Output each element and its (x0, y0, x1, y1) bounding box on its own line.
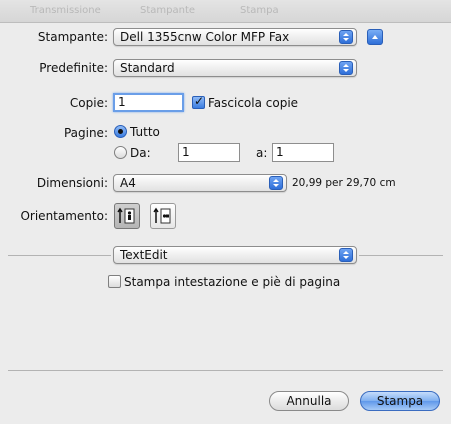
presets-value: Standard (120, 61, 175, 75)
pages-all-label: Tutto (130, 125, 160, 139)
portrait-icon (117, 207, 135, 224)
pages-label: Pagine: (63, 126, 108, 140)
pages-range-radio[interactable] (114, 146, 127, 159)
pages-from-label: Da: (130, 146, 151, 160)
paper-dimensions-text: 20,99 per 29,70 cm (292, 177, 396, 189)
popup-arrows-icon (339, 30, 353, 44)
printer-value: Dell 1355cnw Color MFP Fax (120, 30, 290, 44)
copies-label: Copie: (69, 96, 108, 110)
section-divider-left (8, 255, 111, 256)
orientation-label: Orientamento: (20, 209, 108, 223)
ghost-item: Stampa (240, 5, 279, 16)
pages-all-radio[interactable] (114, 125, 127, 138)
collate-checkbox[interactable] (192, 94, 205, 109)
paper-size-label: Dimensioni: (36, 176, 108, 190)
app-section-value: TextEdit (120, 248, 168, 262)
pages-to-field[interactable]: 1 (272, 143, 334, 162)
header-footer-checkbox[interactable] (108, 275, 121, 288)
popup-arrows-icon (339, 248, 353, 262)
landscape-orientation-button[interactable] (150, 203, 176, 229)
popup-arrows-icon (339, 61, 353, 75)
background-window-bar: Transmissione Stampante Stampa (0, 0, 451, 23)
printer-label: Stampante: (37, 30, 108, 44)
ghost-item: Transmissione (30, 5, 101, 16)
pages-to-label: a: (256, 146, 268, 160)
printer-popup[interactable]: Dell 1355cnw Color MFP Fax (113, 28, 357, 46)
landscape-icon (153, 207, 171, 224)
portrait-orientation-button[interactable] (114, 203, 140, 229)
print-button[interactable]: Stampa (360, 391, 440, 411)
bottom-divider (8, 370, 443, 371)
paper-size-popup[interactable]: A4 (113, 174, 287, 192)
copies-field[interactable]: 1 (113, 93, 184, 112)
presets-popup[interactable]: Standard (113, 59, 357, 77)
app-section-popup[interactable]: TextEdit (113, 246, 357, 264)
pages-from-field[interactable]: 1 (178, 143, 240, 162)
header-footer-label: Stampa intestazione e piè di pagina (124, 275, 341, 289)
section-divider-right (359, 255, 443, 256)
disclosure-button[interactable] (367, 29, 383, 45)
cancel-button[interactable]: Annulla (269, 391, 349, 411)
ghost-item: Stampante (140, 5, 196, 16)
popup-arrows-icon (269, 176, 283, 190)
paper-size-value: A4 (120, 176, 136, 190)
presets-label: Predefinite: (39, 61, 108, 75)
collate-label: Fascicola copie (208, 96, 299, 110)
